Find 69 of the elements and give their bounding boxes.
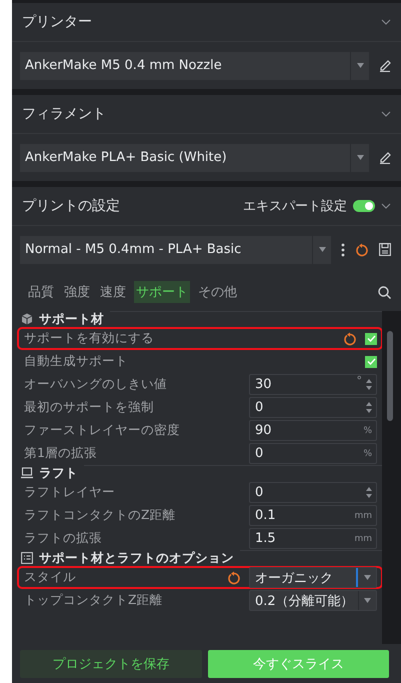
- setting-label: オーバハングのしきい値: [24, 376, 167, 393]
- preset-dropdown[interactable]: AnkerMake M5 0.4 mm Nozzle: [20, 52, 369, 80]
- settings-tab[interactable]: 品質: [26, 281, 56, 303]
- save-project-button[interactable]: プロジェクトを保存: [20, 650, 202, 678]
- setting-label: サポートを有効にする: [24, 330, 154, 347]
- setting-label: ファーストレイヤーの密度: [24, 422, 180, 439]
- dropdown-arrow-icon[interactable]: [318, 247, 326, 252]
- setting-label: 最初のサポートを強制: [24, 399, 154, 416]
- number-field[interactable]: 1.5 mm: [249, 528, 377, 549]
- unit-label: %: [363, 448, 372, 458]
- edit-icon[interactable]: [379, 151, 391, 164]
- settings-tab[interactable]: サポート: [134, 281, 190, 303]
- panel-title: プリントの設定: [22, 197, 120, 215]
- number-field[interactable]: 0: [249, 397, 377, 418]
- unit-label: %: [363, 426, 372, 436]
- expert-mode-toggle[interactable]: [353, 200, 375, 212]
- setting-label: ラフトコンタクトのZ距離: [24, 507, 176, 524]
- chevron-down-icon[interactable]: [381, 203, 391, 209]
- setting-dropdown[interactable]: オーガニック: [249, 567, 377, 588]
- unit-label: °: [356, 374, 362, 387]
- checkbox[interactable]: [365, 356, 377, 368]
- spinner-arrows-icon[interactable]: [366, 487, 372, 498]
- unit-label: mm: [354, 510, 372, 520]
- unit-label: mm: [354, 534, 372, 544]
- panel-title: プリンター: [22, 13, 92, 31]
- setting-label: ラフトレイヤー: [24, 484, 115, 501]
- number-field[interactable]: 0: [249, 482, 377, 503]
- setting-label: トップコンタクトZ距離: [24, 592, 163, 609]
- panel-title: フィラメント: [22, 105, 106, 123]
- number-field[interactable]: 0.1 mm: [249, 505, 377, 526]
- number-field[interactable]: 0 %: [249, 443, 377, 464]
- checkmark-icon: [366, 335, 376, 342]
- setting-label: 第1層の拡張: [24, 445, 97, 462]
- cube-icon: [21, 313, 33, 325]
- section-title: サポート材とラフトのオプション: [39, 550, 234, 566]
- number-field[interactable]: 30 °: [249, 374, 377, 395]
- reset-icon[interactable]: [343, 332, 357, 346]
- setting-label: ラフトの拡張: [24, 530, 102, 547]
- save-icon[interactable]: [379, 243, 391, 256]
- more-icon[interactable]: [341, 242, 345, 256]
- list-icon: [21, 552, 33, 564]
- spinner-arrows-icon[interactable]: [366, 379, 372, 390]
- settings-tab[interactable]: その他: [196, 281, 239, 303]
- chevron-down-icon[interactable]: [381, 111, 391, 117]
- number-field[interactable]: 90 %: [249, 420, 377, 441]
- search-icon[interactable]: [378, 286, 391, 298]
- setting-dropdown[interactable]: 0.2（分離可能）: [249, 590, 377, 611]
- checkbox[interactable]: [365, 332, 377, 344]
- checkmark-icon: [366, 358, 376, 365]
- scrollbar-thumb[interactable]: [387, 331, 393, 421]
- reset-icon[interactable]: [355, 242, 369, 256]
- section-title: サポート材: [39, 311, 104, 328]
- expert-mode-label: エキスパート設定: [243, 198, 347, 215]
- dropdown-arrow-icon[interactable]: [356, 63, 364, 68]
- setting-label: スタイル: [24, 569, 76, 586]
- preset-dropdown[interactable]: Normal - M5 0.4mm - PLA+ Basic: [20, 236, 331, 264]
- setting-label: 自動生成サポート: [24, 353, 128, 370]
- dropdown-arrow-icon[interactable]: [364, 575, 370, 580]
- edit-icon[interactable]: [379, 59, 391, 72]
- reset-icon[interactable]: [227, 570, 241, 584]
- settings-tab[interactable]: 強度: [62, 281, 92, 303]
- spinner-arrows-icon[interactable]: [366, 402, 372, 413]
- chevron-down-icon[interactable]: [381, 19, 391, 25]
- settings-tab[interactable]: 速度: [98, 281, 128, 303]
- dropdown-arrow-icon[interactable]: [364, 598, 371, 603]
- laptop-icon: [21, 467, 33, 479]
- preset-dropdown[interactable]: AnkerMake PLA+ Basic (White): [20, 144, 369, 172]
- section-title: ラフト: [39, 464, 78, 482]
- dropdown-arrow-icon[interactable]: [356, 155, 364, 160]
